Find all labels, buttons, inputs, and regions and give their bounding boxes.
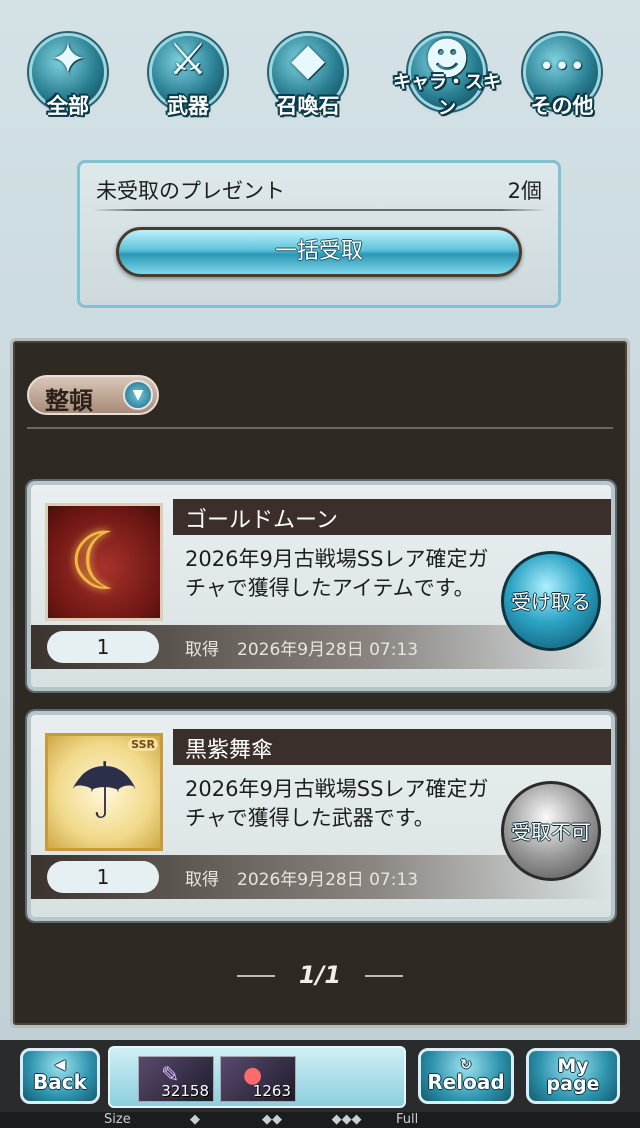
ornament-left: [236, 975, 275, 977]
mypage-label-2: page: [546, 1073, 600, 1095]
size-bar[interactable]: Size ◆ ◆◆ ◆◆◆ Full: [0, 1112, 640, 1128]
item-name-bar: ゴールドムーン: [173, 499, 611, 535]
reload-button[interactable]: ↻ Reload: [418, 1048, 514, 1104]
category-tab-weapon[interactable]: ⚔ 武器: [138, 30, 238, 120]
page-indicator: 1/1: [298, 961, 342, 989]
acquired-date: 2026年9月28日 07:13: [237, 870, 419, 890]
unclaimed-count: 2個: [507, 179, 542, 203]
item-description: 2026年9月古戦場SSレア確定ガチャで獲得したアイテムです。: [185, 547, 489, 600]
item-name: ゴールドムーン: [185, 508, 338, 533]
unclaimed-title: 未受取のプレゼント: [96, 179, 285, 203]
unavailable-button: 受取不可: [501, 781, 601, 881]
stash-count: 1263: [252, 1082, 291, 1100]
chevron-down-icon: ▼: [123, 380, 153, 410]
sort-label: 整頓: [45, 387, 93, 415]
present-list-panel: 整頓 ▼ ☾ ゴールドムーン 2026年9月古戦場SSレア確定ガチャで獲得したア…: [10, 338, 630, 1028]
gold-moon-icon: ☾: [45, 503, 163, 621]
item-name: 黒紫舞傘: [185, 738, 274, 763]
category-label: 武器: [167, 94, 209, 118]
mypage-button[interactable]: My page: [526, 1048, 620, 1104]
divider: [92, 209, 546, 211]
category-label: 全部: [47, 94, 89, 118]
sort-button[interactable]: 整頓 ▼: [27, 375, 159, 415]
reload-label: Reload: [427, 1070, 505, 1094]
present-item-card: ☾ ゴールドムーン 2026年9月古戦場SSレア確定ガチャで獲得したアイテムです…: [27, 481, 615, 691]
category-tab-other[interactable]: ••• その他: [512, 30, 612, 120]
unclaimed-present-box: 未受取のプレゼント 2個 一括受取: [77, 160, 561, 308]
back-label: Back: [33, 1070, 87, 1094]
category-label: その他: [530, 94, 594, 118]
acquired-label: 取得: [185, 640, 219, 660]
size-label: Size: [104, 1112, 131, 1127]
meat-icon[interactable]: ● 1263: [220, 1056, 296, 1102]
category-tab-all[interactable]: ✦ 全部: [18, 30, 118, 120]
weapon-stash-icon[interactable]: ✎ 32158: [138, 1056, 214, 1102]
category-label: キャラ・スキン: [393, 72, 501, 119]
present-item-card: ☂ SSR 黒紫舞傘 2026年9月古戦場SSレア確定ガチャで獲得した武器です。…: [27, 711, 615, 921]
stash-count: 32158: [161, 1082, 209, 1100]
bottom-nav-bar: ◀ Back ✎ 32158 ● 1263 ↻ Reload My page S…: [0, 1040, 640, 1128]
back-button[interactable]: ◀ Back: [20, 1048, 100, 1104]
ornament-right: [365, 975, 404, 977]
acquired-date: 2026年9月28日 07:13: [237, 640, 419, 660]
rarity-badge: SSR: [128, 738, 158, 751]
bulk-receive-button[interactable]: 一括受取: [116, 227, 522, 277]
size-dots: ◆ ◆◆ ◆◆◆: [190, 1112, 362, 1127]
divider: [27, 427, 613, 429]
receive-button[interactable]: 受け取る: [501, 551, 601, 651]
item-quantity: 1: [47, 861, 159, 893]
quick-stash: ✎ 32158 ● 1263: [108, 1046, 406, 1108]
item-quantity: 1: [47, 631, 159, 663]
umbrella-weapon-icon: ☂ SSR: [45, 733, 163, 851]
category-label: 召喚石: [276, 94, 340, 118]
item-name-bar: 黒紫舞傘: [173, 729, 611, 765]
item-description: 2026年9月古戦場SSレア確定ガチャで獲得した武器です。: [185, 777, 489, 830]
category-tab-character[interactable]: ☻ キャラ・スキン: [392, 30, 502, 120]
pagination: 1/1: [13, 961, 627, 989]
category-tab-summon[interactable]: ◆ 召喚石: [258, 30, 358, 120]
full-label: Full: [396, 1112, 419, 1127]
acquired-label: 取得: [185, 870, 219, 890]
